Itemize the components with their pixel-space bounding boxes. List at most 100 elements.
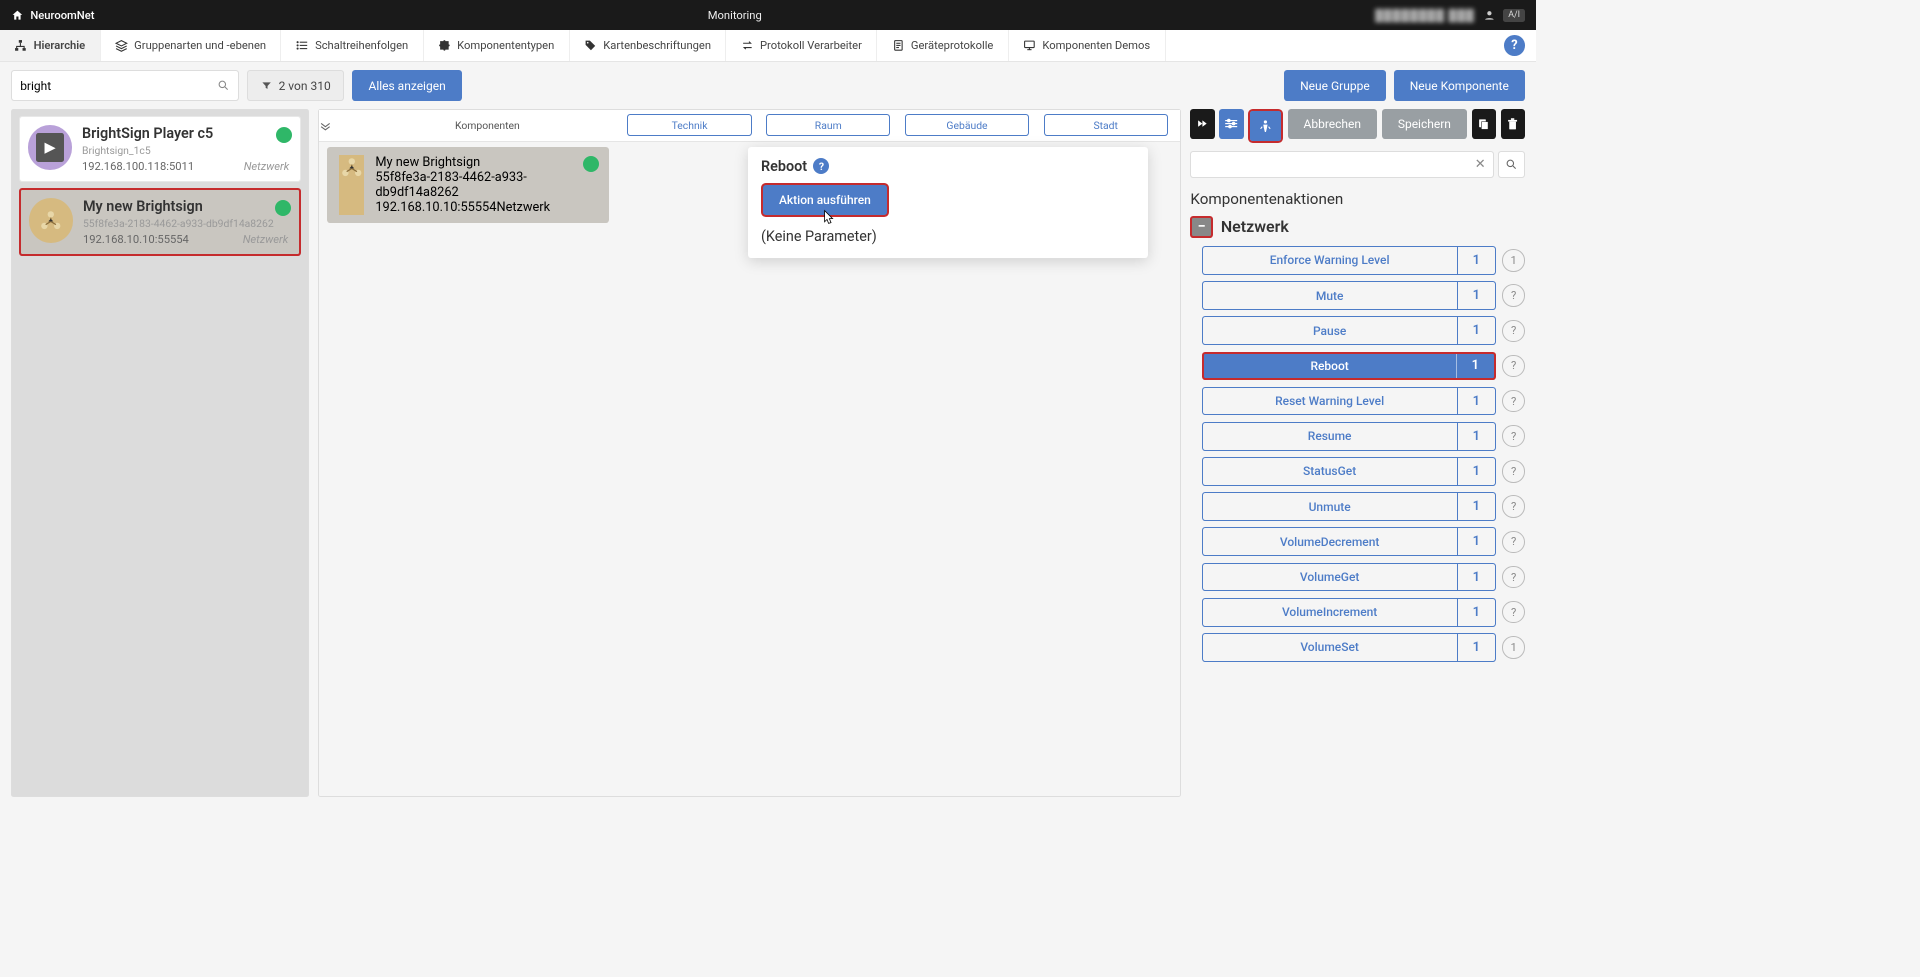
clear-icon[interactable]: ✕ (1475, 157, 1486, 172)
keyboard-badge[interactable]: A/I (1503, 9, 1524, 22)
filter-icon (261, 80, 272, 91)
delete-button[interactable] (1501, 109, 1525, 139)
tab-label: Protokoll Verarbeiter (760, 39, 862, 52)
action-help-icon[interactable]: ? (1502, 495, 1524, 517)
action-button-pause[interactable]: Pause1 (1202, 316, 1496, 345)
action-count: 1 (1457, 528, 1495, 555)
action-group-header: − Netzwerk (1190, 216, 1524, 238)
action-button-resume[interactable]: Resume1 (1202, 422, 1496, 451)
search-icon[interactable] (217, 79, 230, 92)
action-help-icon[interactable]: ? (1502, 460, 1524, 482)
collapse-group-button[interactable]: − (1190, 216, 1212, 238)
component-card[interactable]: My new Brightsign55f8fe3a-2183-4462-a933… (19, 188, 302, 256)
action-count: 1 (1457, 599, 1495, 626)
action-help-icon[interactable]: ? (1502, 284, 1524, 306)
middle-panel: Komponenten Technik Raum Gebäude Stadt My n… (318, 109, 1180, 797)
card-ip: 192.168.100.118:5011 (82, 160, 194, 173)
search-box[interactable] (11, 70, 239, 100)
expand-all-icon[interactable] (319, 120, 351, 131)
tab-ger-teprotokolle[interactable]: Geräteprotokolle (877, 30, 1008, 61)
action-label: Unmute (1203, 493, 1457, 520)
sliders-button[interactable] (1219, 109, 1243, 139)
action-popup: Reboot ? Aktion ausführen (Keine Paramet… (748, 147, 1148, 258)
action-button-volumeget[interactable]: VolumeGet1 (1202, 563, 1496, 592)
hierarchy-pill-technik[interactable]: Technik (627, 114, 751, 136)
tab-komponenten-demos[interactable]: Komponenten Demos (1009, 30, 1166, 61)
mid-card-sub: 55f8fe3a-2183-4462-a933-db9df14a8262 (375, 170, 597, 200)
action-button-volumeset[interactable]: VolumeSet1 (1202, 633, 1496, 662)
component-icon (339, 155, 365, 215)
card-subtitle: 55f8fe3a-2183-4462-a933-db9df14a8262 (83, 217, 288, 230)
action-row: Pause1? (1202, 316, 1525, 345)
card-network-label: Netzwerk (244, 160, 290, 173)
hierarchy-pill-raum[interactable]: Raum (766, 114, 890, 136)
brand[interactable]: NeuroomNet (11, 9, 94, 22)
action-button-reboot[interactable]: Reboot1 (1202, 352, 1496, 381)
selected-component-card[interactable]: My new Brightsign 55f8fe3a-2183-4462-a93… (327, 147, 609, 223)
search-input[interactable] (20, 79, 217, 93)
tab-label: Kartenbeschriftungen (603, 39, 711, 52)
action-button-enforce-warning-level[interactable]: Enforce Warning Level1 (1202, 246, 1496, 275)
tab-gruppenarten-und-ebenen[interactable]: Gruppenarten und -ebenen (101, 30, 282, 61)
action-button-volumeincrement[interactable]: VolumeIncrement1 (1202, 598, 1496, 627)
hierarchy-pill-stadt[interactable]: Stadt (1044, 114, 1168, 136)
running-actions-button[interactable] (1250, 111, 1280, 141)
action-button-statusget[interactable]: StatusGet1 (1202, 457, 1496, 486)
action-help-icon[interactable]: ? (1502, 566, 1524, 588)
action-help-icon[interactable]: 1 (1502, 249, 1524, 271)
mid-header: Komponenten Technik Raum Gebäude Stadt (319, 110, 1179, 142)
action-count: 1 (1457, 317, 1495, 344)
right-search-button[interactable] (1498, 151, 1525, 178)
brand-label: NeuroomNet (30, 9, 94, 22)
new-component-button[interactable]: Neue Komponente (1394, 70, 1525, 100)
tag-icon (584, 39, 597, 52)
action-count: 1 (1457, 458, 1495, 485)
right-panel: Abbrechen Speichern ✕ Komponentenaktione… (1190, 109, 1524, 797)
filter-count[interactable]: 2 von 310 (247, 70, 344, 100)
column-header-komponenten: Komponenten (351, 119, 623, 132)
tab-komponententypen[interactable]: Komponententypen (424, 30, 570, 61)
monitor-icon (1023, 39, 1036, 52)
action-count: 1 (1457, 634, 1495, 661)
action-button-volumedecrement[interactable]: VolumeDecrement1 (1202, 527, 1496, 556)
hierarchy-pill-gebäude[interactable]: Gebäude (905, 114, 1029, 136)
collapse-right-button[interactable] (1190, 109, 1214, 139)
user-icon[interactable] (1483, 9, 1496, 22)
cancel-button[interactable]: Abbrechen (1288, 109, 1378, 139)
action-help-icon[interactable]: ? (1502, 601, 1524, 623)
action-label: VolumeDecrement (1203, 528, 1457, 555)
right-search-row: ✕ (1190, 151, 1524, 178)
copy-button[interactable] (1472, 109, 1496, 139)
popup-help-icon[interactable]: ? (813, 158, 829, 174)
action-help-icon[interactable]: ? (1502, 531, 1524, 553)
action-count: 1 (1457, 247, 1495, 274)
action-count: 1 (1457, 423, 1495, 450)
action-help-icon[interactable]: ? (1502, 320, 1524, 342)
action-button-unmute[interactable]: Unmute1 (1202, 492, 1496, 521)
new-group-button[interactable]: Neue Gruppe (1284, 70, 1386, 100)
component-card[interactable]: ▶BrightSign Player c5Brightsign_1c5192.1… (19, 116, 302, 182)
swap-icon (741, 39, 754, 52)
show-all-button[interactable]: Alles anzeigen (352, 70, 461, 100)
sitemap-icon (14, 39, 27, 52)
tab-kartenbeschriftungen[interactable]: Kartenbeschriftungen (570, 30, 727, 61)
layers-icon (115, 39, 128, 52)
tab-schaltreihenfolgen[interactable]: Schaltreihenfolgen (281, 30, 423, 61)
popup-title: Reboot (761, 158, 807, 175)
tab-label: Komponententypen (457, 39, 554, 52)
main-area: ▶BrightSign Player c5Brightsign_1c5192.1… (0, 109, 1536, 808)
action-row: VolumeSet11 (1202, 633, 1525, 662)
tab-label: Hierarchie (34, 39, 86, 52)
tab-protokoll-verarbeiter[interactable]: Protokoll Verarbeiter (726, 30, 877, 61)
action-button-reset-warning-level[interactable]: Reset Warning Level1 (1202, 387, 1496, 416)
action-help-icon[interactable]: 1 (1502, 636, 1524, 658)
action-help-icon[interactable]: ? (1502, 425, 1524, 447)
action-help-icon[interactable]: ? (1502, 390, 1524, 412)
action-button-mute[interactable]: Mute1 (1202, 281, 1496, 310)
help-button[interactable]: ? (1493, 30, 1536, 61)
right-search-input[interactable]: ✕ (1190, 151, 1494, 178)
action-help-icon[interactable]: ? (1502, 355, 1524, 377)
tab-hierarchie[interactable]: Hierarchie (0, 30, 101, 61)
execute-action-button[interactable]: Aktion ausführen (761, 183, 889, 217)
save-button[interactable]: Speichern (1382, 109, 1467, 139)
